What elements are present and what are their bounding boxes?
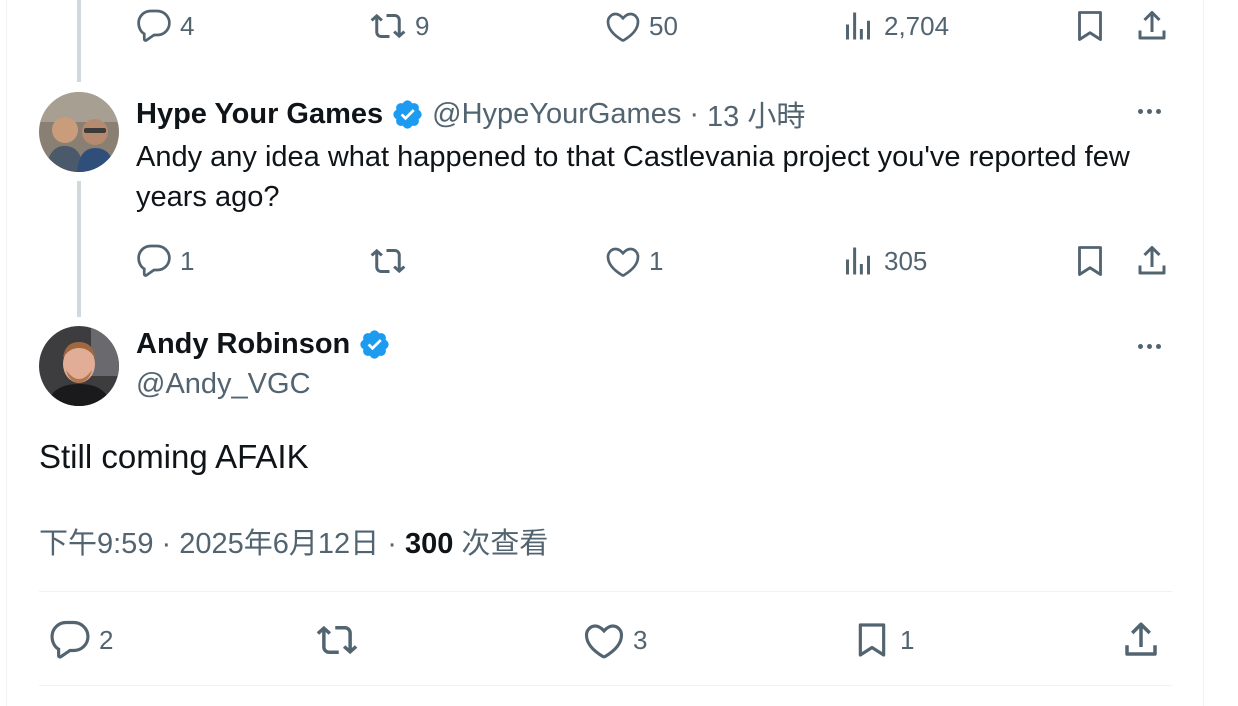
andy-robinson-avatar-image	[39, 326, 119, 406]
views-label: 次查看	[461, 528, 549, 560]
tweet-date[interactable]: 2025年6月12日	[179, 528, 379, 560]
tweet-meta: 下午9:59 · 2025年6月12日 · 300 次查看	[39, 520, 548, 562]
more-icon[interactable]	[1138, 109, 1161, 114]
verified-icon	[360, 330, 389, 359]
repost-button[interactable]	[314, 619, 360, 661]
like-button[interactable]: 1	[605, 243, 663, 279]
views-count: 305	[884, 245, 928, 276]
share-icon	[1125, 622, 1157, 656]
reply-icon	[137, 244, 171, 277]
prev-repost-count: 9	[415, 10, 430, 41]
column-border-left	[6, 0, 7, 706]
display-name[interactable]: Andy Robinson	[136, 328, 350, 361]
prev-like-button[interactable]: 50	[605, 8, 678, 44]
timestamp[interactable]: 13 小時	[707, 93, 805, 135]
reply-tweet-header: Hype Your Games @HypeYourGames · 13 小時	[136, 93, 805, 135]
display-name[interactable]: Hype Your Games	[136, 98, 383, 131]
verified-icon	[393, 99, 422, 129]
views-icon	[846, 12, 870, 40]
repost-icon	[370, 13, 406, 39]
separator: ·	[161, 528, 172, 560]
prev-like-count: 50	[649, 10, 678, 41]
separator: ·	[689, 97, 700, 130]
like-button[interactable]: 3	[583, 619, 647, 661]
views-button[interactable]: 305	[840, 243, 927, 279]
like-count: 1	[649, 245, 664, 276]
separator: ·	[387, 528, 397, 560]
tweet-text: Still coming AFAIK	[39, 438, 309, 475]
reply-count: 2	[99, 624, 114, 655]
avatar[interactable]	[39, 92, 119, 172]
prev-share-button[interactable]	[1134, 8, 1170, 44]
like-icon	[606, 247, 640, 277]
handle[interactable]: @Andy_VGC	[136, 368, 311, 401]
reply-count: 1	[180, 245, 195, 276]
avatar[interactable]	[39, 326, 119, 406]
prev-bookmark-button[interactable]	[1072, 8, 1108, 44]
tweet-text: Andy any idea what happened to that Cast…	[136, 141, 1130, 213]
share-icon	[1138, 246, 1166, 275]
thread-line-middle	[77, 181, 81, 317]
bookmark-button[interactable]: 1	[852, 619, 914, 661]
views-icon	[846, 247, 870, 275]
divider	[39, 685, 1172, 686]
prev-views-count: 2,704	[884, 10, 950, 41]
tweet-time[interactable]: 下午9:59	[39, 528, 153, 560]
bookmark-icon	[1078, 246, 1102, 276]
reply-button[interactable]: 1	[136, 243, 194, 279]
views-total: 300	[404, 528, 454, 560]
bookmark-icon	[858, 623, 886, 657]
thread-line-top	[77, 0, 81, 82]
repost-button[interactable]	[369, 243, 407, 279]
prev-reply-count: 4	[180, 10, 195, 41]
reply-icon	[137, 9, 171, 42]
reply-icon	[50, 620, 90, 659]
bookmark-count: 1	[900, 624, 915, 655]
share-icon	[1138, 11, 1166, 40]
divider	[39, 591, 1172, 592]
share-button[interactable]	[1120, 619, 1162, 661]
bookmark-icon	[1078, 11, 1102, 41]
more-icon[interactable]	[1138, 344, 1161, 349]
like-count: 3	[633, 624, 648, 655]
repost-icon	[370, 248, 406, 274]
repost-icon	[316, 625, 358, 655]
hype-your-games-avatar-image	[39, 92, 119, 172]
like-icon	[606, 12, 640, 42]
prev-views-button[interactable]: 2,704	[840, 8, 949, 44]
like-icon	[584, 624, 624, 659]
share-button[interactable]	[1134, 243, 1170, 279]
reply-button[interactable]: 2	[49, 619, 113, 661]
column-border-right	[1203, 0, 1204, 706]
handle[interactable]: @HypeYourGames	[432, 98, 681, 131]
prev-reply-button[interactable]: 4	[136, 8, 194, 44]
bookmark-button[interactable]	[1072, 243, 1108, 279]
prev-repost-button[interactable]: 9	[369, 8, 429, 44]
main-tweet-header: Andy Robinson	[136, 328, 399, 361]
